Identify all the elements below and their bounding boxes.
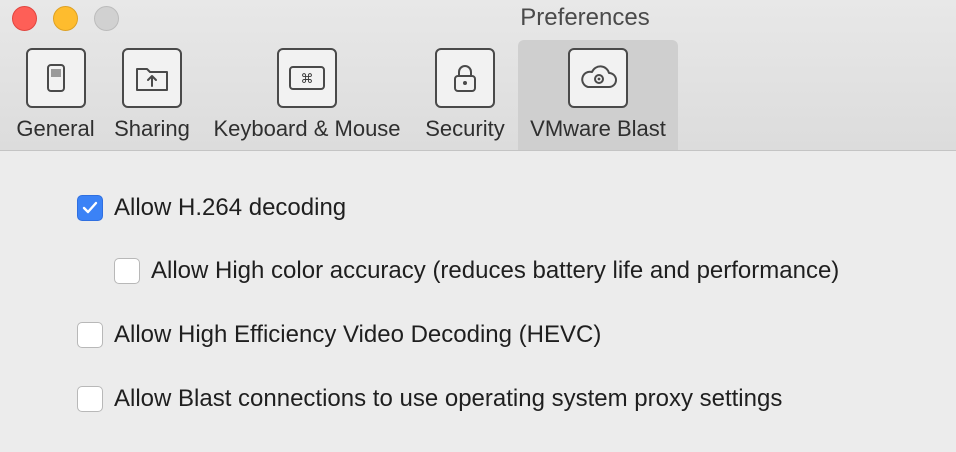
window-title: Preferences bbox=[520, 4, 650, 31]
tab-security-label: Security bbox=[425, 116, 505, 141]
tab-general[interactable]: General bbox=[8, 40, 103, 150]
cloud-gear-icon bbox=[568, 48, 628, 108]
close-window-button[interactable] bbox=[12, 6, 37, 31]
hevc-checkbox[interactable] bbox=[77, 322, 103, 348]
option-blast-proxy[interactable]: Allow Blast connections to use operating… bbox=[77, 385, 782, 413]
general-icon bbox=[25, 48, 86, 108]
tab-sharing-label: Sharing bbox=[114, 116, 190, 141]
option-high-color-accuracy[interactable]: Allow High color accuracy (reduces batte… bbox=[114, 257, 839, 285]
tab-vmware-blast-label: VMware Blast bbox=[530, 116, 666, 141]
keyboard-icon: ⌘ bbox=[277, 48, 337, 108]
folder-share-icon bbox=[122, 48, 182, 108]
toolbar: Preferences General Sharing ⌘ Keyboard &… bbox=[0, 0, 956, 151]
tab-vmware-blast[interactable]: VMware Blast bbox=[518, 40, 678, 150]
blast-proxy-label: Allow Blast connections to use operating… bbox=[114, 385, 783, 412]
h264-label: Allow H.264 decoding bbox=[114, 194, 347, 221]
h264-checkbox[interactable] bbox=[77, 195, 103, 221]
tab-security[interactable]: Security bbox=[417, 40, 513, 150]
vmware-blast-pane: Allow H.264 decoding Allow High color ac… bbox=[0, 152, 956, 452]
checkmark-icon bbox=[82, 201, 98, 214]
preferences-window: Preferences General Sharing ⌘ Keyboard &… bbox=[0, 0, 956, 452]
tab-keyboard-mouse[interactable]: ⌘ Keyboard & Mouse bbox=[203, 40, 411, 150]
option-h264[interactable]: Allow H.264 decoding bbox=[77, 194, 346, 222]
svg-text:⌘: ⌘ bbox=[301, 72, 314, 87]
hevc-label: Allow High Efficiency Video Decoding (HE… bbox=[114, 321, 602, 348]
high-color-accuracy-checkbox[interactable] bbox=[114, 258, 140, 284]
minimize-window-button[interactable] bbox=[53, 6, 78, 31]
high-color-accuracy-label: Allow High color accuracy (reduces batte… bbox=[151, 257, 840, 284]
tab-sharing[interactable]: Sharing bbox=[108, 40, 196, 150]
blast-proxy-checkbox[interactable] bbox=[77, 386, 103, 412]
tab-general-label: General bbox=[16, 116, 95, 141]
option-hevc[interactable]: Allow High Efficiency Video Decoding (HE… bbox=[77, 321, 601, 349]
zoom-window-button[interactable] bbox=[94, 6, 119, 31]
tab-keyboard-mouse-label: Keyboard & Mouse bbox=[213, 116, 401, 141]
lock-icon bbox=[435, 48, 495, 108]
